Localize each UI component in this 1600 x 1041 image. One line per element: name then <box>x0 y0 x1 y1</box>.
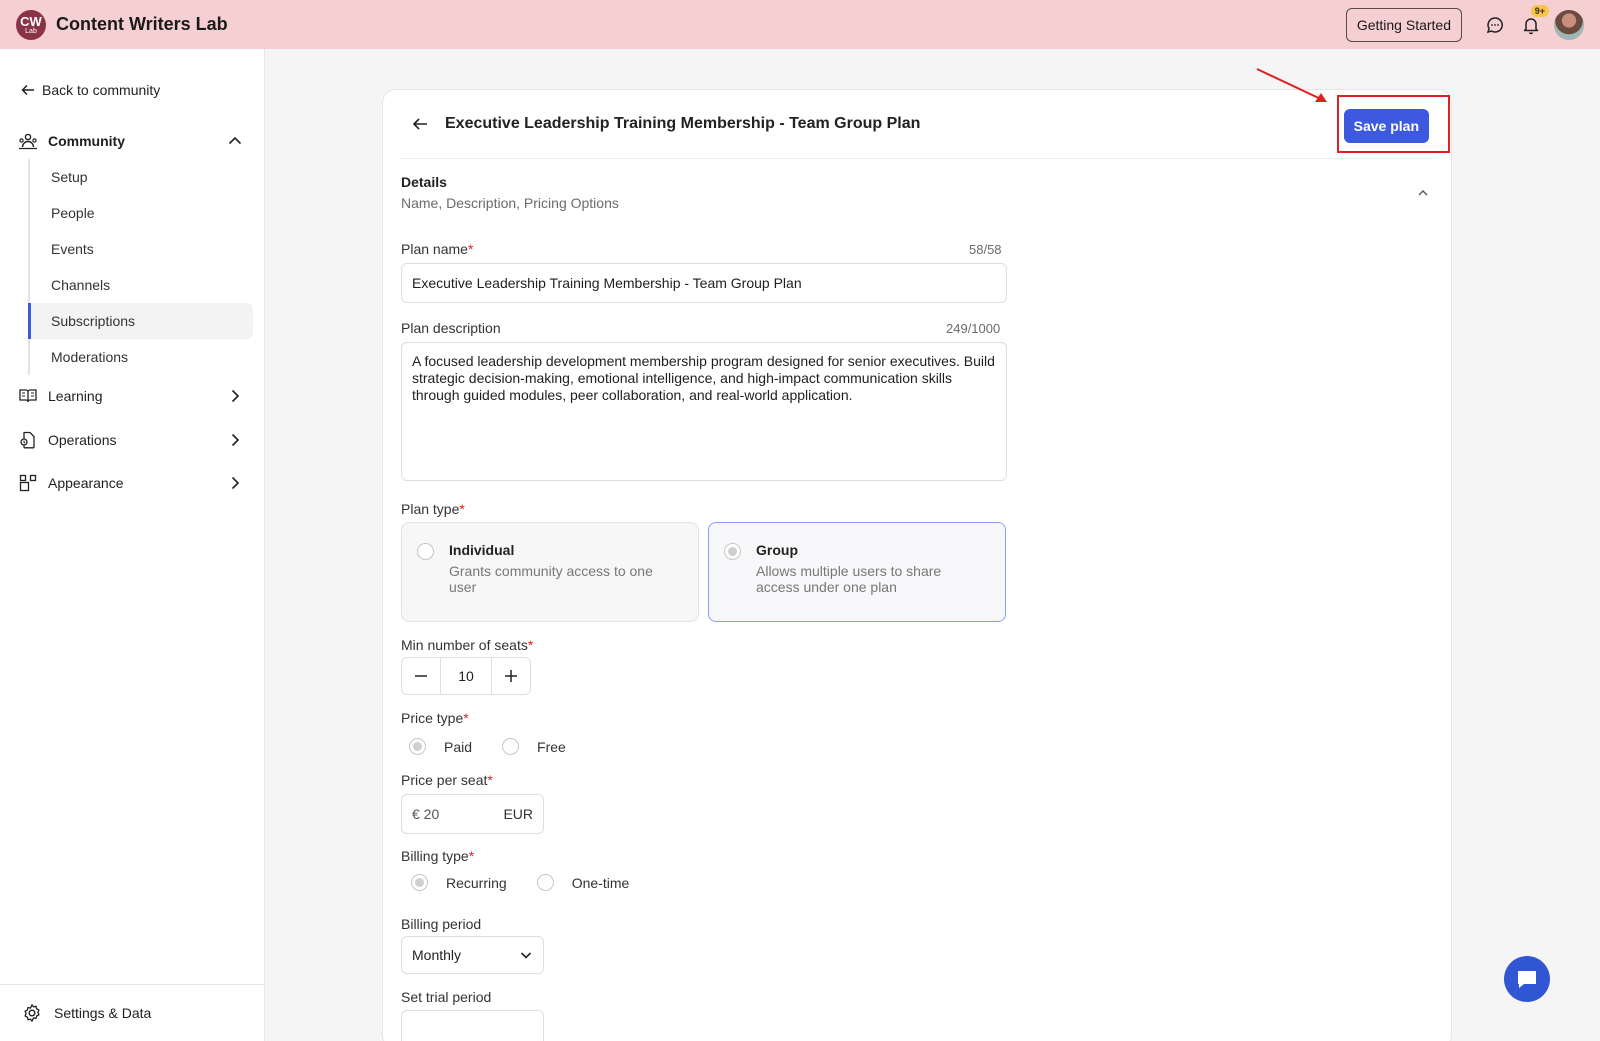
plan-type-individual-option[interactable]: Individual Grants community access to on… <box>401 522 699 622</box>
trial-period-input[interactable] <box>401 1010 544 1041</box>
gear-icon <box>24 1004 40 1022</box>
back-arrow-icon[interactable] <box>411 115 429 133</box>
sidebar-item-channels[interactable]: Channels <box>30 267 253 303</box>
settings-label: Settings & Data <box>54 1005 152 1021</box>
sidebar-item-learning[interactable]: Learning <box>18 384 248 408</box>
appearance-icon <box>19 474 37 492</box>
group-radio[interactable] <box>724 543 741 560</box>
community-submenu: Setup People Events Channels Subscriptio… <box>28 159 253 375</box>
chevron-right-icon <box>231 389 240 403</box>
operations-icon <box>20 431 35 449</box>
chat-bubble-icon <box>1518 971 1536 988</box>
trial-period-label: Set trial period <box>401 989 492 1005</box>
sidebar-item-subscriptions[interactable]: Subscriptions <box>28 303 253 339</box>
price-value: € 20 <box>412 806 440 822</box>
plan-description-textarea[interactable]: A focused leadership development members… <box>401 342 1007 481</box>
billing-period-value: Monthly <box>412 947 462 963</box>
logo-text: CW <box>20 13 42 29</box>
page-title: Executive Leadership Training Membership… <box>445 115 921 132</box>
chevron-right-icon <box>231 433 240 447</box>
chat-icon[interactable] <box>1478 8 1512 42</box>
plan-type-group-option[interactable]: Group Allows multiple users to share acc… <box>708 522 1006 622</box>
plan-description-counter: 249/1000 <box>946 321 1001 336</box>
sidebar-item-operations[interactable]: Operations <box>18 428 248 452</box>
currency-label: EUR <box>503 806 533 822</box>
price-type-free-radio[interactable] <box>502 738 520 755</box>
sidebar-item-community[interactable]: Community <box>18 129 248 153</box>
billing-recurring-radio[interactable] <box>411 874 428 891</box>
back-to-community-link[interactable]: Back to community <box>20 82 160 98</box>
save-button-highlight <box>1337 95 1450 153</box>
sidebar-item-events[interactable]: Events <box>30 231 253 267</box>
price-type-paid-radio[interactable] <box>409 738 426 755</box>
plus-icon <box>505 670 517 682</box>
sidebar-item-appearance[interactable]: Appearance <box>18 471 248 495</box>
price-per-seat-label: Price per seat* <box>401 772 493 788</box>
group-description: Allows multiple users to share access un… <box>756 563 942 595</box>
price-type-label: Price type* <box>401 710 469 726</box>
minus-icon <box>415 675 427 677</box>
details-section-title[interactable]: Details <box>401 174 447 190</box>
plan-editor-card: Executive Leadership Training Membership… <box>382 89 1452 1041</box>
chevron-down-icon <box>520 952 532 959</box>
billing-period-label: Billing period <box>401 916 482 932</box>
sidebar-item-setup[interactable]: Setup <box>30 159 253 195</box>
logo-subtext: Lab <box>25 27 37 35</box>
billing-type-radio-group: Recurring One-time <box>411 874 659 891</box>
community-label: Community <box>48 133 125 149</box>
appearance-label: Appearance <box>48 475 124 491</box>
operations-label: Operations <box>48 432 117 448</box>
chevron-up-icon[interactable] <box>1415 185 1431 201</box>
settings-and-data-button[interactable]: Settings & Data <box>0 984 264 1041</box>
learning-label: Learning <box>48 388 103 404</box>
individual-radio[interactable] <box>417 543 434 560</box>
billing-one-time-radio[interactable] <box>536 874 554 891</box>
arrow-left-icon <box>21 84 34 96</box>
price-type-paid-label[interactable]: Paid <box>444 739 472 755</box>
plan-name-input[interactable]: Executive Leadership Training Membership… <box>401 263 1007 303</box>
chevron-right-icon <box>231 476 240 490</box>
price-per-seat-input[interactable]: € 20 EUR <box>401 794 544 834</box>
annotation-arrow <box>1256 68 1327 102</box>
book-icon <box>19 389 37 403</box>
details-section-subtitle: Name, Description, Pricing Options <box>401 195 619 211</box>
billing-recurring-label[interactable]: Recurring <box>446 875 507 891</box>
individual-description: Grants community access to one user <box>449 563 653 595</box>
app-logo[interactable]: CW Lab <box>16 9 46 40</box>
individual-title: Individual <box>449 542 515 558</box>
support-chat-button[interactable] <box>1504 956 1550 1002</box>
seats-value[interactable]: 10 <box>440 658 492 694</box>
billing-type-label: Billing type* <box>401 848 475 864</box>
min-seats-label: Min number of seats* <box>401 637 534 653</box>
price-type-radio-group: Paid Free <box>409 738 596 755</box>
plan-description-label: Plan description <box>401 320 501 336</box>
getting-started-button[interactable]: Getting Started <box>1345 8 1462 42</box>
plan-name-counter: 58/58 <box>969 242 1002 257</box>
notifications-bell-icon[interactable]: 9+ <box>1514 5 1549 42</box>
sidebar-item-moderations[interactable]: Moderations <box>30 339 253 375</box>
sidebar-item-people[interactable]: People <box>30 195 253 231</box>
increment-seats-button[interactable] <box>492 658 530 694</box>
community-icon <box>19 133 37 150</box>
decrement-seats-button[interactable] <box>402 658 440 694</box>
chevron-up-icon <box>228 136 242 145</box>
group-title: Group <box>756 542 798 558</box>
top-bar: CW Lab Content Writers Lab Getting Start… <box>0 0 1600 49</box>
price-type-free-label[interactable]: Free <box>537 739 566 755</box>
user-avatar[interactable] <box>1554 10 1584 40</box>
billing-one-time-label[interactable]: One-time <box>572 875 630 891</box>
sidebar: Back to community Community Setup People… <box>0 49 265 1041</box>
plan-name-label: Plan name* <box>401 241 474 257</box>
notification-badge: 9+ <box>1530 5 1549 17</box>
app-title: Content Writers Lab <box>56 14 228 34</box>
billing-period-select[interactable]: Monthly <box>401 936 544 974</box>
plan-type-label: Plan type* <box>401 501 465 517</box>
back-to-community-label: Back to community <box>42 82 161 98</box>
seats-stepper: 10 <box>401 657 531 695</box>
